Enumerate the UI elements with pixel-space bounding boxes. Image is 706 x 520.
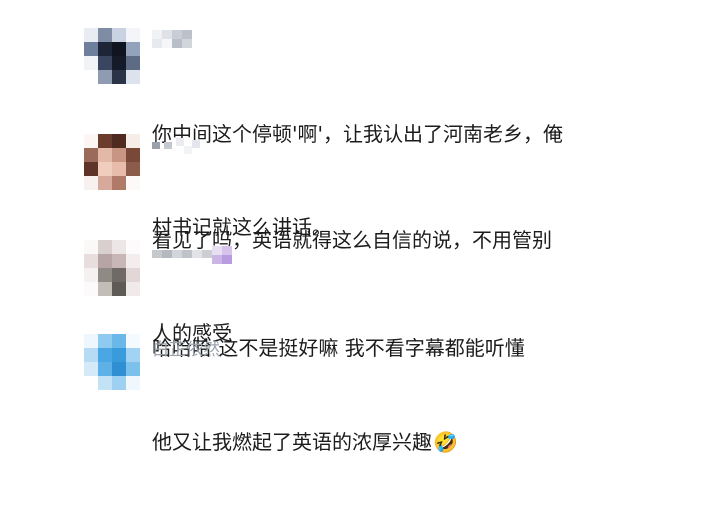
avatar[interactable] bbox=[84, 240, 140, 296]
rolling-on-floor-laughing-icon: 🤣 bbox=[433, 430, 458, 454]
avatar[interactable] bbox=[84, 334, 140, 390]
username-redacted bbox=[152, 246, 232, 264]
comment-text-content: 他又让我燃起了英语的浓厚兴趣 bbox=[152, 430, 432, 454]
username[interactable]: 白芷依然 bbox=[152, 340, 220, 360]
username-redacted bbox=[152, 138, 200, 154]
comment-text: 他又让我燃起了英语的浓厚兴趣🤣 bbox=[152, 365, 622, 520]
username-redacted bbox=[152, 30, 192, 48]
comment-feed: { "comments": [ { "username": "", "lines… bbox=[0, 0, 706, 454]
comment-text-line: 他又让我燃起了英语的浓厚兴趣🤣 bbox=[152, 427, 622, 458]
comment-text-line: 哈哈哈 这不是挺好嘛 我不看字幕都能听懂 bbox=[152, 336, 525, 360]
comment-text-line: 你中间这个停顿'啊'，让我认出了河南老乡，俺 bbox=[152, 122, 563, 146]
avatar[interactable] bbox=[84, 134, 140, 190]
avatar[interactable] bbox=[84, 28, 140, 84]
